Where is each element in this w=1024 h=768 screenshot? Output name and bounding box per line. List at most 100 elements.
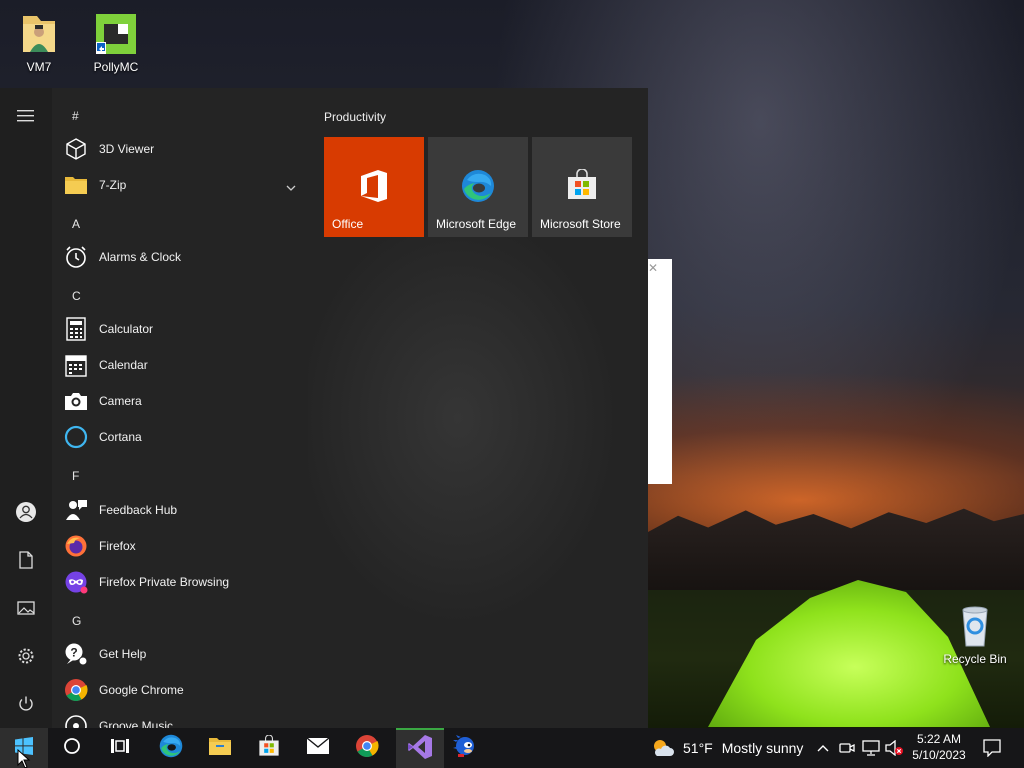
task-view-button[interactable] <box>96 728 144 768</box>
desktop-icon-recycle-bin[interactable]: Recycle Bin <box>940 604 1010 666</box>
app-list[interactable]: # 3D Viewer 7-Zip A Alarms & Clock C Cal… <box>52 88 308 728</box>
weather-temperature: 51°F <box>683 740 713 756</box>
clock-icon <box>63 244 89 270</box>
weather-condition: Mostly sunny <box>721 740 804 756</box>
app-label: Get Help <box>99 647 147 661</box>
desktop-icon-label: Recycle Bin <box>943 652 1007 666</box>
start-rail <box>0 88 52 728</box>
taskbar: 51°F Mostly sunny 5:22 AM 5/10/2023 <box>0 728 1024 768</box>
background-window[interactable]: ✕ <box>648 259 672 484</box>
start-menu: # 3D Viewer 7-Zip A Alarms & Clock C Cal… <box>0 88 648 728</box>
user-account-icon[interactable] <box>0 490 52 534</box>
tile-label: Microsoft Store <box>540 217 621 231</box>
group-header-f[interactable]: F <box>72 469 79 483</box>
taskbar-mail[interactable] <box>294 728 342 768</box>
app-label: Calendar <box>99 358 148 372</box>
app-label: Camera <box>99 394 142 408</box>
partly-sunny-icon <box>651 738 675 758</box>
svg-text:?: ? <box>70 646 77 660</box>
app-3d-viewer[interactable]: 3D Viewer <box>60 131 304 167</box>
clock-time: 5:22 AM <box>916 732 962 746</box>
desktop-icon-label: VM7 <box>26 60 52 74</box>
app-firefox[interactable]: Firefox <box>60 528 304 564</box>
wallpaper-mountains <box>648 508 1024 595</box>
calculator-icon <box>63 316 89 342</box>
app-firefox-private-browsing[interactable]: Firefox Private Browsing <box>60 564 304 600</box>
group-header-a[interactable]: A <box>72 217 80 231</box>
help-icon: ? <box>63 641 89 667</box>
app-google-chrome[interactable]: Google Chrome <box>60 672 304 708</box>
documents-icon[interactable] <box>0 538 52 582</box>
taskbar-file-explorer[interactable] <box>196 728 244 768</box>
task-view-icon <box>110 738 130 759</box>
app-alarms-clock[interactable]: Alarms & Clock <box>60 239 304 275</box>
tile-office[interactable]: Office <box>324 137 424 237</box>
app-feedback-hub[interactable]: Feedback Hub <box>60 492 304 528</box>
app-camera[interactable]: Camera <box>60 383 304 419</box>
vm7-folder-icon <box>17 12 61 56</box>
taskbar-sonic-game[interactable] <box>441 728 489 768</box>
edge-icon <box>159 734 183 763</box>
pictures-icon[interactable] <box>0 586 52 630</box>
app-label: 7-Zip <box>99 178 127 192</box>
tile-label: Microsoft Edge <box>436 217 517 231</box>
tile-group-title[interactable]: Productivity <box>324 110 386 124</box>
chevron-down-icon[interactable] <box>286 178 296 196</box>
recycle-bin-icon <box>953 604 997 648</box>
clock-date: 5/10/2023 <box>912 748 966 762</box>
firefox-private-icon <box>63 569 89 595</box>
chevron-up-icon[interactable] <box>814 738 832 758</box>
power-icon[interactable] <box>0 682 52 726</box>
camera-icon <box>63 388 89 414</box>
system-clock[interactable]: 5:22 AM 5/10/2023 <box>904 731 974 763</box>
taskbar-visual-studio[interactable] <box>396 728 444 768</box>
visual-studio-icon <box>407 734 433 765</box>
cortana-icon <box>63 424 89 450</box>
notifications-icon[interactable] <box>982 738 1002 758</box>
store-icon <box>258 734 280 762</box>
tile-label: Office <box>332 217 364 231</box>
taskbar-microsoft-store[interactable] <box>245 728 293 768</box>
app-calendar[interactable]: Calendar <box>60 347 304 383</box>
group-header-c[interactable]: C <box>72 289 81 303</box>
close-icon[interactable]: ✕ <box>648 261 658 275</box>
network-icon[interactable] <box>862 738 880 758</box>
edge-icon <box>461 169 495 208</box>
taskbar-edge[interactable] <box>147 728 195 768</box>
office-icon <box>358 169 390 208</box>
app-get-help[interactable]: ? Get Help <box>60 636 304 672</box>
cube-icon <box>63 136 89 162</box>
folder-icon <box>63 172 89 198</box>
group-header-g[interactable]: G <box>72 614 81 628</box>
hamburger-menu-icon[interactable] <box>0 94 52 138</box>
app-label: Google Chrome <box>99 683 184 697</box>
meet-now-icon[interactable] <box>838 738 856 758</box>
taskbar-chrome[interactable] <box>343 728 391 768</box>
app-label: 3D Viewer <box>99 142 155 156</box>
chrome-icon <box>355 734 379 763</box>
app-cortana[interactable]: Cortana <box>60 419 304 455</box>
folder-icon <box>208 736 232 761</box>
tile-microsoft-store[interactable]: Microsoft Store <box>532 137 632 237</box>
app-label: Cortana <box>99 430 142 444</box>
volume-muted-icon[interactable] <box>885 738 903 758</box>
desktop-icon-pollymc[interactable]: PollyMC <box>81 12 151 74</box>
tiles-area: Productivity Office Microsoft Edge Micro… <box>308 88 648 728</box>
desktop-icon-vm7[interactable]: VM7 <box>4 12 74 74</box>
weather-widget[interactable]: 51°F Mostly sunny <box>648 728 803 768</box>
search-button[interactable] <box>48 728 96 768</box>
sonic-game-icon <box>453 734 477 763</box>
app-label: Alarms & Clock <box>99 250 182 264</box>
mouse-cursor <box>17 748 31 768</box>
app-label: Calculator <box>99 322 154 336</box>
group-header-hash[interactable]: # <box>72 109 79 123</box>
pollymc-icon <box>94 12 138 56</box>
cortana-ring-icon <box>63 737 81 760</box>
tile-microsoft-edge[interactable]: Microsoft Edge <box>428 137 528 237</box>
app-calculator[interactable]: Calculator <box>60 311 304 347</box>
app-7-zip[interactable]: 7-Zip <box>60 167 304 203</box>
chrome-icon <box>63 677 89 703</box>
app-groove-music[interactable]: Groove Music <box>60 708 304 728</box>
store-icon <box>566 168 598 206</box>
settings-icon[interactable] <box>0 634 52 678</box>
